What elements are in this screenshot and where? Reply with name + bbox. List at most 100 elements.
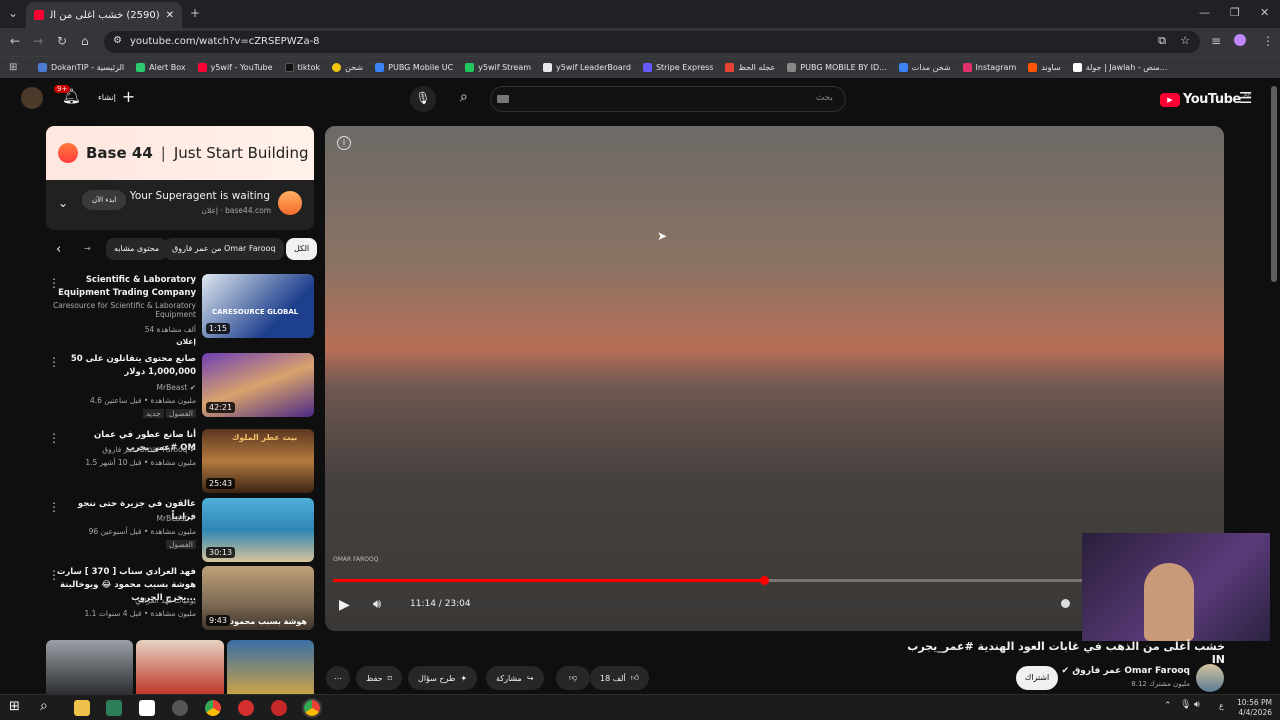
- list-item[interactable]: ⋮ أنا صانع عطور في عمان #عمر_يجرب OM عمر…: [46, 429, 314, 493]
- youtube-logo[interactable]: ▶ YouTube AE: [1160, 92, 1252, 107]
- rec-thumbnail[interactable]: 42:21: [202, 353, 314, 417]
- reload-icon[interactable]: ↻: [57, 34, 67, 48]
- search-input[interactable]: بحث: [490, 86, 846, 112]
- bookmark-item[interactable]: Instagram: [957, 63, 1023, 72]
- store-app-icon[interactable]: [139, 700, 155, 716]
- browser-tab[interactable]: (2590) خشب أغلى من الذهب في ✕: [26, 2, 182, 28]
- volume-tray-icon[interactable]: 🔊︎: [1194, 700, 1200, 710]
- rec-channel: MrBeast ✔: [46, 514, 196, 523]
- list-item[interactable]: ⋮ عالقون في جزيرة حتى ننجو فرادياً MrBea…: [46, 498, 314, 562]
- rec-thumbnail[interactable]: 30:13: [202, 498, 314, 562]
- site-info-icon[interactable]: ⚙: [113, 35, 122, 46]
- channel-avatar[interactable]: [1196, 664, 1224, 692]
- app-icon[interactable]: [238, 700, 254, 716]
- scrubber-handle[interactable]: [759, 576, 769, 585]
- ask-label: طرح سؤال: [418, 673, 456, 683]
- bookmark-star-icon[interactable]: ☆: [1180, 34, 1190, 47]
- clock-date[interactable]: 4/4/2026: [1232, 708, 1272, 717]
- info-icon[interactable]: i: [337, 136, 351, 150]
- tray-overflow-icon[interactable]: ⌃: [1164, 701, 1172, 711]
- back-icon[interactable]: ←: [10, 34, 20, 48]
- bookmark-item[interactable]: DokanTIP - الرئيسية: [32, 63, 130, 72]
- bookmark-label: شحن: [345, 63, 364, 72]
- autoplay-toggle[interactable]: [1061, 599, 1070, 608]
- bookmark-item[interactable]: Alert Box: [130, 63, 191, 72]
- list-item[interactable]: ⋮ فهد العرادي سناب [ 370 ] سارت هوشة بسب…: [46, 566, 314, 630]
- ad-card[interactable]: Base 44 | Just Start Building ⌄ ابدء الآ…: [46, 126, 314, 230]
- restore-icon[interactable]: ❐: [1230, 6, 1240, 19]
- chips-prev-arrow-icon[interactable]: ‹: [56, 242, 61, 257]
- list-item[interactable]: ⋮ Scientific & Laboratory Equipment Trad…: [46, 274, 314, 346]
- bookmark-item[interactable]: Stripe Express: [637, 63, 720, 72]
- browser-menu-icon[interactable]: ⋮: [1262, 34, 1274, 48]
- tab-search-icon[interactable]: ⌄: [8, 6, 18, 20]
- save-button[interactable]: حفظ ⌑: [356, 666, 402, 690]
- volume-icon[interactable]: 🔊︎: [373, 597, 381, 612]
- bookmark-item[interactable]: ساوند: [1022, 63, 1066, 72]
- windows-start-icon[interactable]: ⊞: [9, 699, 20, 714]
- chips-scroll-icon[interactable]: →: [84, 244, 91, 253]
- page-scrollbar[interactable]: [1271, 86, 1277, 282]
- excel-app-icon[interactable]: [106, 700, 122, 716]
- share-button[interactable]: مشاركة ↪: [486, 666, 544, 690]
- app-icon[interactable]: [271, 700, 287, 716]
- new-tab-icon[interactable]: +: [190, 6, 200, 20]
- taskbar-search-icon[interactable]: ⌕: [40, 698, 48, 714]
- search-icon[interactable]: ⌕: [460, 89, 468, 105]
- guide-menu-icon[interactable]: ☰: [1239, 89, 1252, 107]
- keyboard-icon[interactable]: [497, 95, 509, 103]
- dislike-button[interactable]: 👎︎: [556, 666, 590, 690]
- bookmark-item[interactable]: PUBG MOBILE BY ID...: [781, 63, 893, 72]
- list-item[interactable]: ⋮ 50 صانع محتوى يتقاتلون على 1,000,000 د…: [46, 353, 314, 418]
- profile-avatar-icon[interactable]: [1234, 34, 1246, 46]
- input-language[interactable]: ع: [1219, 701, 1224, 710]
- ad-cta-button[interactable]: ابدء الآن: [82, 190, 127, 210]
- clock-time[interactable]: 10:56 PM: [1232, 698, 1272, 707]
- account-avatar[interactable]: [21, 87, 43, 109]
- subscribe-button[interactable]: اشتراك: [1016, 666, 1058, 690]
- chrome-active-icon[interactable]: [302, 698, 322, 718]
- chrome-icon[interactable]: [205, 700, 221, 716]
- bookmark-item[interactable]: PUBG Mobile UC: [369, 63, 459, 72]
- rec-thumbnail[interactable]: هوشة بسبب محمود 9:43: [202, 566, 314, 630]
- channel-name-row[interactable]: ✔ عمر فاروق Omar Farooq: [1058, 666, 1190, 676]
- close-tab-icon[interactable]: ✕: [166, 10, 174, 21]
- apps-grid-icon[interactable]: ⊞: [9, 62, 17, 73]
- plus-icon: +: [121, 87, 136, 106]
- minimize-icon[interactable]: —: [1199, 6, 1210, 19]
- chip-all[interactable]: الكل: [286, 238, 318, 260]
- ad-banner[interactable]: Base 44 | Just Start Building: [46, 126, 314, 180]
- chip-from-channel[interactable]: من عمر فاروق Omar Farooq: [164, 238, 284, 260]
- bookmark-item[interactable]: شحن مدات: [893, 63, 957, 72]
- file-explorer-icon[interactable]: [74, 700, 90, 716]
- bookmark-item[interactable]: شحن: [326, 63, 369, 72]
- bookmark-item[interactable]: tiktok: [279, 63, 327, 72]
- media-controls-icon[interactable]: ≡: [1211, 34, 1221, 48]
- rec-thumbnail[interactable]: بيت عطر الملوك 25:43: [202, 429, 314, 493]
- ask-button[interactable]: طرح سؤال ✦: [408, 666, 478, 690]
- app-icon[interactable]: [172, 700, 188, 716]
- play-icon[interactable]: ▶: [339, 597, 350, 613]
- like-button[interactable]: 18 ألف 👍︎: [590, 666, 650, 690]
- bookmark-item[interactable]: y5wif - YouTube: [192, 63, 279, 72]
- expand-ad-chevron-icon[interactable]: ⌄: [58, 196, 68, 210]
- bookmark-item[interactable]: عجله الحظ: [719, 63, 781, 72]
- bookmark-item[interactable]: y5wif Stream: [459, 63, 537, 72]
- home-icon[interactable]: ⌂: [81, 34, 89, 48]
- voice-search-icon[interactable]: 🎙︎: [410, 86, 436, 112]
- install-app-icon[interactable]: ⧉: [1158, 34, 1166, 48]
- short-thumbnail[interactable]: [227, 640, 314, 694]
- address-bar[interactable]: ⚙ youtube.com/watch?v=cZRSEPWZa-8 ⧉ ☆: [104, 31, 1200, 53]
- chip-related[interactable]: محتوى مشابه: [106, 238, 168, 260]
- rec-thumbnail[interactable]: CARESOURCE GLOBAL 1:15: [202, 274, 314, 338]
- short-thumbnail[interactable]: [136, 640, 224, 694]
- bookmark-item[interactable]: y5wif LeaderBoard: [537, 63, 637, 72]
- more-actions-button[interactable]: ⋯: [326, 666, 350, 690]
- ad-advertiser-icon[interactable]: [278, 191, 302, 215]
- bookmark-item[interactable]: جولة | Jawlah - منص...: [1067, 63, 1174, 72]
- create-button[interactable]: إنشاء +: [98, 87, 136, 106]
- mic-tray-icon[interactable]: 🎙︎: [1180, 700, 1191, 710]
- window-close-icon[interactable]: ✕: [1260, 6, 1269, 19]
- short-thumbnail[interactable]: [46, 640, 133, 694]
- forward-icon[interactable]: →: [33, 34, 43, 48]
